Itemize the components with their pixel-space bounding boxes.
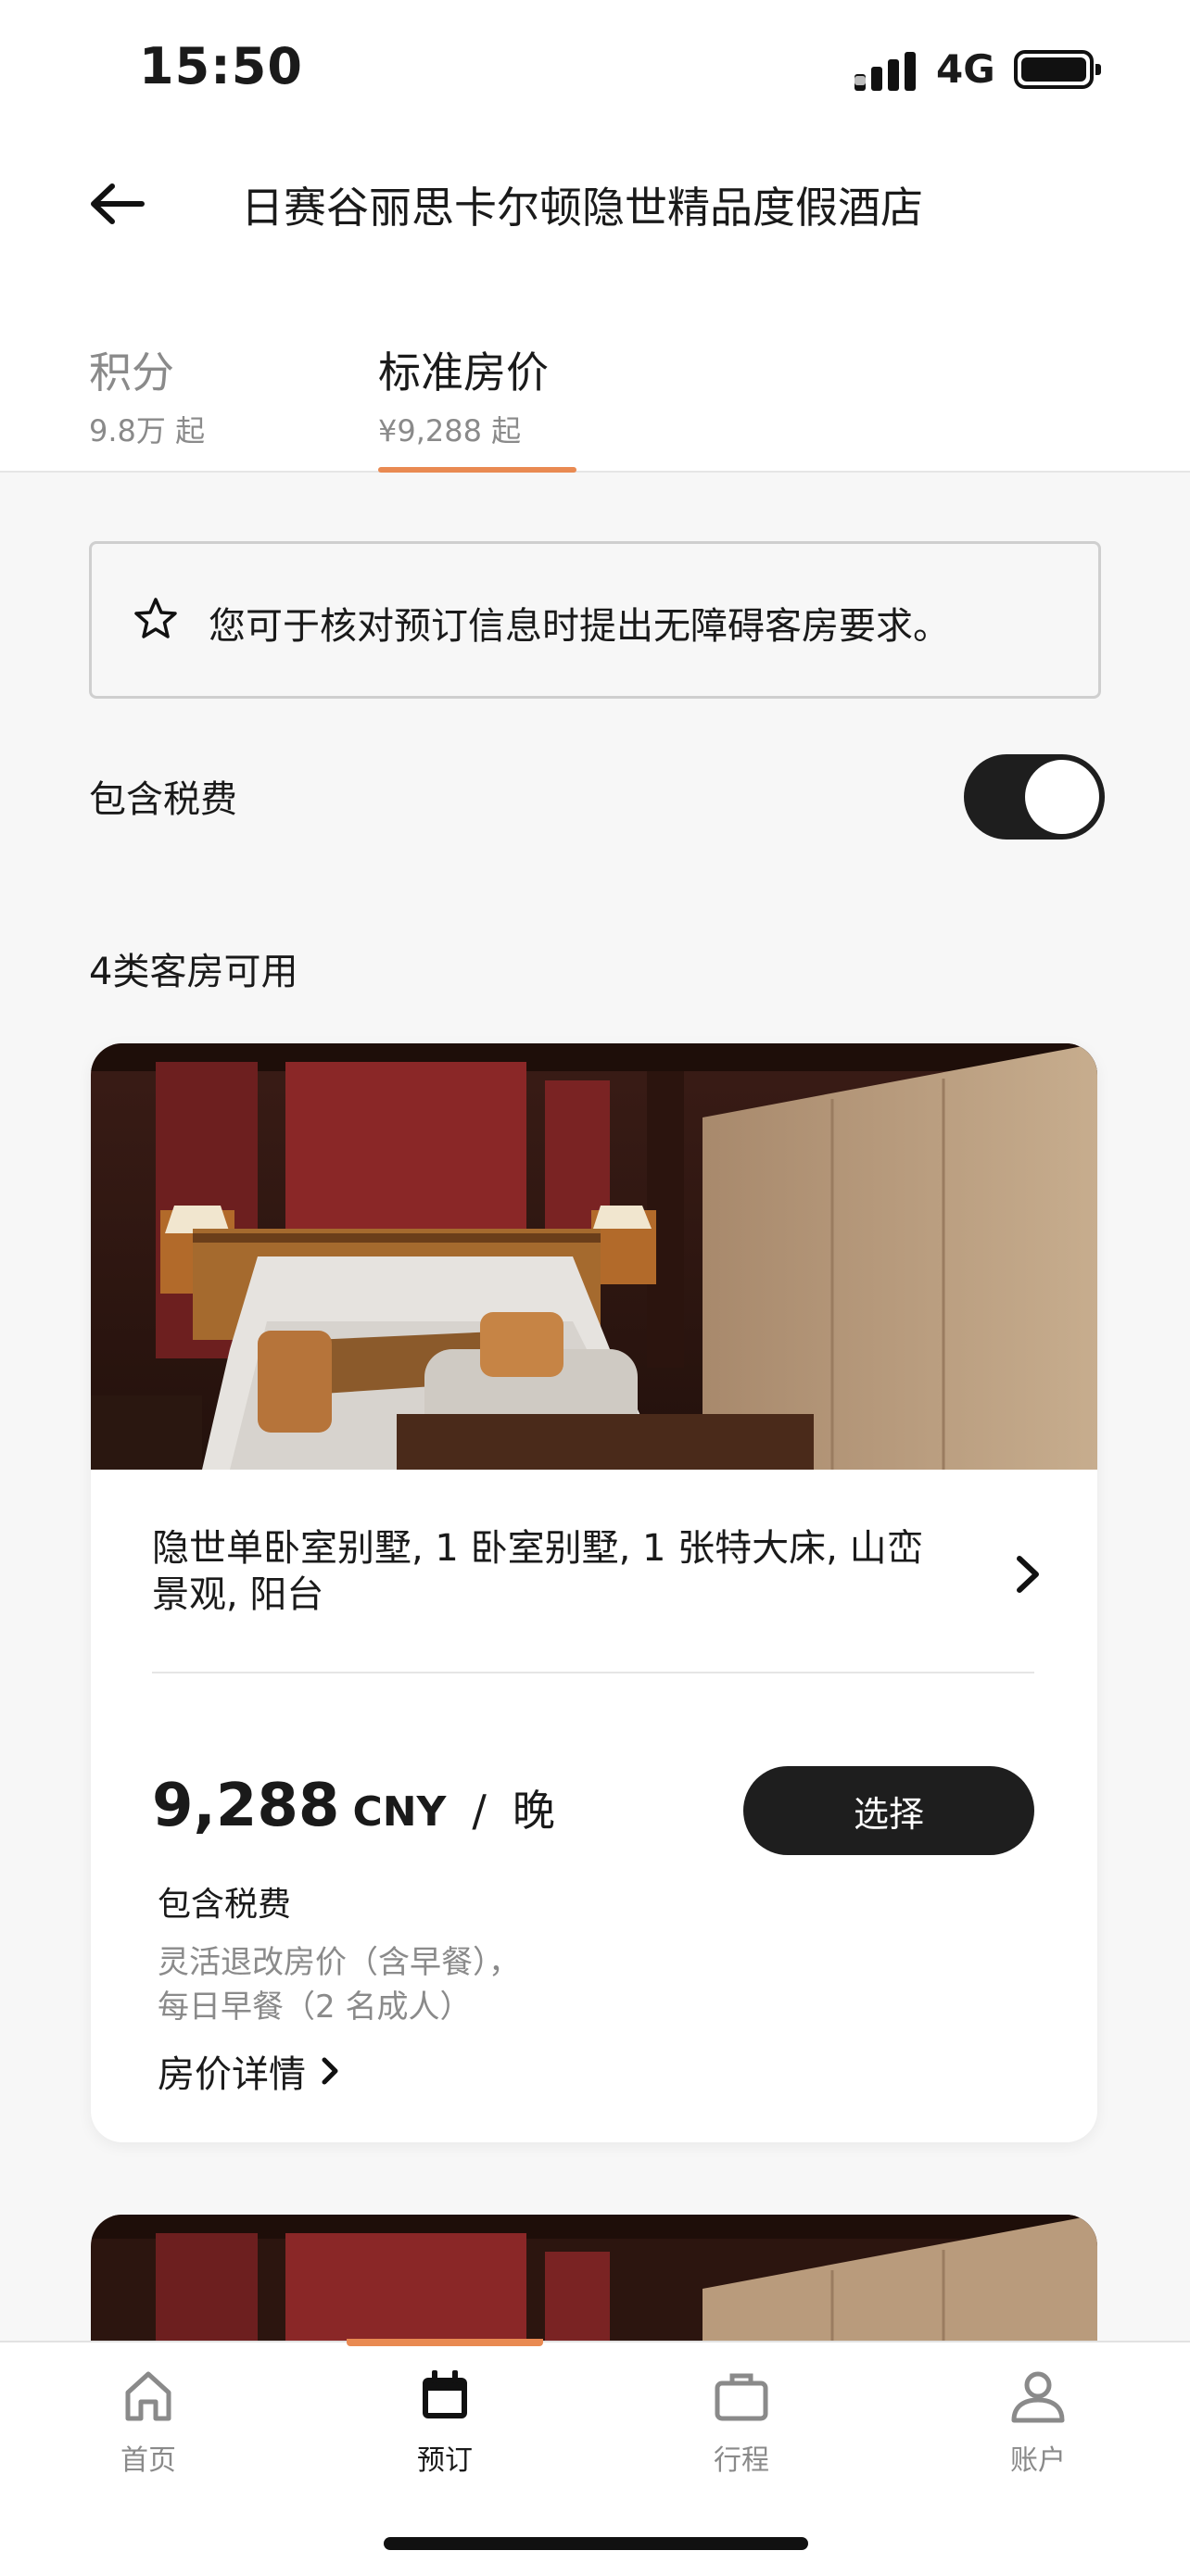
tab-standard-rate[interactable]: 标准房价 ¥9,288 起 — [378, 339, 549, 450]
tab-points[interactable]: 积分 9.8万 起 — [89, 339, 205, 450]
hotel-title: 日赛谷丽思卡尔顿隐世精品度假酒店 — [241, 183, 923, 233]
room-name[interactable]: 隐世单卧室别墅, 1 卧室别墅, 1 张特大床, 山峦景观, 阳台 — [152, 1525, 949, 1618]
rate-description-line1: 灵活退改房价（含早餐）， — [158, 1944, 520, 1981]
tab-standard-label: 标准房价 — [378, 347, 549, 398]
toggle-knob — [1025, 760, 1099, 834]
card-divider — [152, 1672, 1034, 1673]
price-slash: / — [472, 1786, 487, 1836]
nav-active-indicator — [347, 2339, 543, 2346]
signal-icon — [855, 48, 919, 91]
arrow-left-icon — [91, 183, 145, 224]
back-button[interactable] — [85, 176, 150, 232]
tab-active-indicator — [378, 467, 576, 473]
chevron-right-icon — [322, 2057, 338, 2085]
briefcase-icon — [715, 2373, 768, 2421]
room-price: 9,288 CNY / 晚 — [152, 1772, 555, 1840]
room-photo[interactable] — [91, 1043, 1097, 1470]
price-per-night: 晚 — [512, 1786, 555, 1836]
price-amount: 9,288 — [152, 1772, 340, 1840]
network-label: 4G — [936, 46, 995, 92]
tab-points-sub: 9.8万 起 — [89, 413, 206, 448]
battery-icon — [1014, 50, 1101, 89]
user-icon — [1011, 2371, 1065, 2423]
nav-item-booking[interactable]: 预订 — [361, 2367, 528, 2478]
notice-text: 您可于核对预订信息时提出无障碍客房要求。 — [209, 605, 950, 648]
tab-points-label: 积分 — [89, 347, 174, 398]
status-time: 15:50 — [139, 37, 303, 95]
nav-item-account[interactable]: 账户 — [955, 2367, 1121, 2478]
rooms-available-count: 4类客房可用 — [89, 951, 298, 993]
room-card: 隐世单卧室别墅, 1 卧室别墅, 1 张特大床, 山峦景观, 阳台 9,288 C… — [91, 1043, 1097, 2142]
star-icon — [134, 598, 177, 638]
nav-label-trips: 行程 — [714, 2444, 769, 2477]
tabs-divider — [0, 471, 1190, 473]
home-indicator[interactable] — [384, 2537, 808, 2550]
price-currency: CNY — [352, 1788, 447, 1836]
tax-toggle-label: 包含税费 — [89, 778, 237, 821]
nav-item-home[interactable]: 首页 — [65, 2367, 232, 2478]
nav-item-trips[interactable]: 行程 — [658, 2367, 825, 2478]
tab-standard-sub: ¥9,288 起 — [378, 413, 522, 448]
rate-details-label: 房价详情 — [158, 2053, 306, 2096]
home-icon — [125, 2371, 171, 2421]
nav-label-account: 账户 — [1010, 2444, 1066, 2477]
nav-label-home: 首页 — [120, 2444, 176, 2477]
tax-included-note: 包含税费 — [158, 1886, 292, 1924]
rate-description: 灵活退改房价（含早餐）， 每日早餐（2 名成人） — [158, 1940, 520, 2029]
chevron-right-icon[interactable] — [1008, 1551, 1045, 1597]
calendar-icon — [423, 2370, 467, 2418]
nav-label-booking: 预订 — [417, 2444, 473, 2477]
select-button[interactable]: 选择 — [743, 1766, 1034, 1855]
tax-toggle[interactable] — [964, 754, 1105, 840]
rate-description-line2: 每日早餐（2 名成人） — [158, 1989, 472, 2026]
rate-details-link[interactable]: 房价详情 — [158, 2044, 341, 2098]
accessibility-notice: 您可于核对预订信息时提出无障碍客房要求。 — [89, 541, 1101, 699]
